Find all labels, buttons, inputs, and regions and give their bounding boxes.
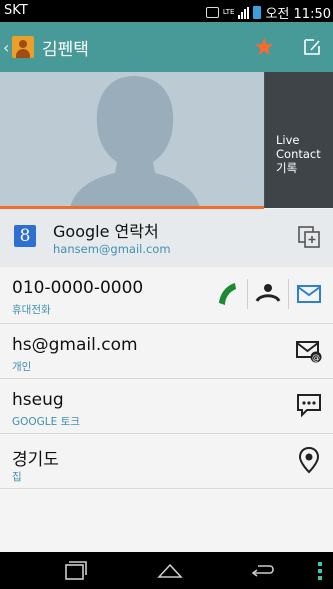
contact-photo[interactable] xyxy=(0,72,264,208)
address: 경기도 xyxy=(12,450,59,470)
call-button[interactable] xyxy=(207,279,247,309)
account-row[interactable]: 8 Google 연락처 hansem@gmail.com xyxy=(0,209,333,267)
chat-icon[interactable] xyxy=(295,391,323,419)
phone-number: 010-0000-0000 xyxy=(12,278,144,298)
email-type: 개인 xyxy=(12,361,32,373)
map-pin-icon[interactable] xyxy=(295,446,323,474)
account-email: hansem@gmail.com xyxy=(53,242,171,256)
phone-type: 휴대전화 xyxy=(12,304,51,316)
chevron-left-icon[interactable]: ‹ xyxy=(3,38,11,57)
email-address: hs@gmail.com xyxy=(12,335,138,355)
video-call-button[interactable] xyxy=(248,279,288,309)
address-row[interactable]: 경기도 집 xyxy=(0,434,333,489)
account-title: Google 연락처 xyxy=(53,222,159,241)
email-icon[interactable]: @ xyxy=(295,336,323,364)
talk-type: GOOGLE 토크 xyxy=(12,416,80,428)
svg-text:@: @ xyxy=(312,353,320,362)
phone-row[interactable]: 010-0000-0000 휴대전화 xyxy=(0,267,333,324)
envelope-icon xyxy=(297,285,321,303)
talk-id: hseug xyxy=(12,390,64,410)
link-contact-icon[interactable] xyxy=(297,225,321,249)
battery-icon xyxy=(253,6,262,19)
edit-icon[interactable] xyxy=(303,38,321,56)
navigation-bar xyxy=(0,552,333,589)
message-button[interactable] xyxy=(289,279,329,309)
status-bar: SKT LTE 오전 11:50 xyxy=(0,0,333,22)
google-icon: 8 xyxy=(14,225,36,247)
back-icon[interactable] xyxy=(250,561,276,581)
person-call-icon xyxy=(255,284,281,302)
talk-row[interactable]: hseug GOOGLE 토크 xyxy=(0,379,333,434)
email-row[interactable]: hs@gmail.com 개인 @ xyxy=(0,324,333,379)
live-contact-label: Live Contact 기록 xyxy=(276,133,321,175)
screen-mirror-icon xyxy=(205,7,219,18)
signal-icon xyxy=(238,6,250,19)
contact-name: 김펜택 xyxy=(42,39,89,60)
action-bar: ‹ 김펜택 ★ xyxy=(0,22,333,72)
default-avatar-icon xyxy=(0,72,264,208)
contacts-app-icon[interactable] xyxy=(12,36,34,58)
lte-icon: LTE xyxy=(222,8,235,16)
phone-handset-icon xyxy=(219,283,236,305)
menu-icon[interactable] xyxy=(318,562,322,580)
recent-apps-icon[interactable] xyxy=(62,561,88,581)
carrier-label: SKT xyxy=(4,3,28,18)
home-icon[interactable] xyxy=(157,561,183,581)
star-icon[interactable]: ★ xyxy=(253,33,275,61)
phone-actions xyxy=(207,279,329,309)
address-type: 집 xyxy=(12,471,22,483)
live-contact-panel[interactable]: Live Contact 기록 xyxy=(265,72,333,208)
photo-area: Live Contact 기록 xyxy=(0,72,333,208)
clock: 오전 11:50 xyxy=(265,7,331,22)
